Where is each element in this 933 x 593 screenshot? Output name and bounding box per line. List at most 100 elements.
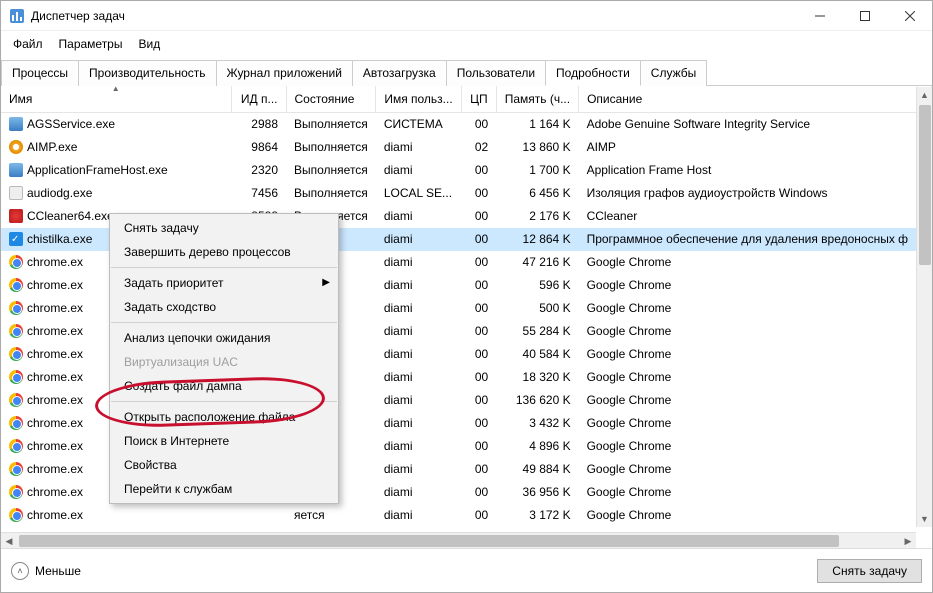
- process-icon: [9, 186, 23, 200]
- ctx-affinity[interactable]: Задать сходство: [110, 295, 338, 319]
- process-mem: 3 172 K: [496, 504, 578, 524]
- process-user: diami: [376, 228, 461, 251]
- tab-processes[interactable]: Процессы: [1, 60, 79, 86]
- fewer-details-button[interactable]: ˄ Меньше: [11, 562, 81, 580]
- process-cpu: 00: [461, 159, 496, 182]
- tab-performance[interactable]: Производительность: [78, 60, 216, 86]
- ctx-gotosvc[interactable]: Перейти к службам: [110, 477, 338, 501]
- process-desc: Google Chrome: [579, 481, 932, 504]
- process-icon: [9, 301, 23, 315]
- tab-details[interactable]: Подробности: [545, 60, 641, 86]
- process-mem: 13 860 K: [496, 136, 578, 159]
- scroll-right-icon[interactable]: ▶: [900, 533, 916, 549]
- tab-apphistory[interactable]: Журнал приложений: [216, 60, 353, 86]
- process-icon: [9, 462, 23, 476]
- table-row[interactable]: chrome.exяетсяdiami003 172 KGoogle Chrom…: [1, 504, 932, 524]
- menu-view[interactable]: Вид: [130, 33, 168, 55]
- process-user: diami: [376, 136, 461, 159]
- process-state: Выполняется: [286, 136, 376, 159]
- process-cpu: 00: [461, 412, 496, 435]
- process-name: CCleaner64.exe: [27, 209, 114, 223]
- ctx-endtree[interactable]: Завершить дерево процессов: [110, 240, 338, 264]
- process-icon: [9, 140, 23, 154]
- col-state[interactable]: Состояние: [286, 86, 376, 113]
- process-desc: Google Chrome: [579, 297, 932, 320]
- minimize-button[interactable]: [797, 1, 842, 31]
- process-icon: [9, 485, 23, 499]
- ctx-waitchain[interactable]: Анализ цепочки ожидания: [110, 326, 338, 350]
- process-mem: 3 432 K: [496, 412, 578, 435]
- end-task-button[interactable]: Снять задачу: [817, 559, 922, 583]
- col-cpu[interactable]: ЦП: [461, 86, 496, 113]
- scroll-left-icon[interactable]: ◀: [1, 533, 17, 549]
- process-desc: Google Chrome: [579, 458, 932, 481]
- process-desc: CCleaner: [579, 205, 932, 228]
- ctx-openloc[interactable]: Открыть расположение файла: [110, 405, 338, 429]
- process-name: chrome.ex: [27, 370, 83, 384]
- process-user: diami: [376, 366, 461, 389]
- col-mem[interactable]: Память (ч...: [496, 86, 578, 113]
- process-icon: [9, 416, 23, 430]
- process-desc: Google Chrome: [579, 389, 932, 412]
- tab-users[interactable]: Пользователи: [446, 60, 546, 86]
- process-icon: [9, 370, 23, 384]
- ctx-props[interactable]: Свойства: [110, 453, 338, 477]
- process-mem: 2 176 K: [496, 205, 578, 228]
- process-mem: 1 164 K: [496, 113, 578, 137]
- process-desc: Google Chrome: [579, 320, 932, 343]
- process-icon: [9, 163, 23, 177]
- col-name[interactable]: ▲Имя: [1, 86, 231, 113]
- process-icon: [9, 347, 23, 361]
- process-state: Выполняется: [286, 113, 376, 137]
- titlebar: Диспетчер задач: [1, 1, 932, 31]
- process-user: diami: [376, 159, 461, 182]
- table-row[interactable]: ApplicationFrameHost.exe2320Выполняетсяd…: [1, 159, 932, 182]
- tab-services[interactable]: Службы: [640, 60, 707, 86]
- process-user: diami: [376, 320, 461, 343]
- menu-file[interactable]: Файл: [5, 33, 51, 55]
- horizontal-scrollbar[interactable]: ◀ ▶: [1, 532, 916, 548]
- process-name: ApplicationFrameHost.exe: [27, 163, 168, 177]
- process-user: diami: [376, 504, 461, 524]
- process-icon: [9, 278, 23, 292]
- process-cpu: 00: [461, 389, 496, 412]
- process-pid: 7456: [231, 182, 286, 205]
- process-desc: Application Frame Host: [579, 159, 932, 182]
- table-row[interactable]: AIMP.exe9864Выполняетсяdiami0213 860 KAI…: [1, 136, 932, 159]
- scroll-thumb[interactable]: [919, 105, 931, 265]
- table-row[interactable]: AGSService.exe2988ВыполняетсяСИСТЕМА001 …: [1, 113, 932, 137]
- scroll-up-icon[interactable]: ▲: [917, 87, 932, 103]
- col-user[interactable]: Имя польз...: [376, 86, 461, 113]
- ctx-priority[interactable]: Задать приоритет▶: [110, 271, 338, 295]
- process-desc: Google Chrome: [579, 366, 932, 389]
- vertical-scrollbar[interactable]: ▲ ▼: [916, 87, 932, 527]
- scroll-down-icon[interactable]: ▼: [917, 511, 932, 527]
- tab-startup[interactable]: Автозагрузка: [352, 60, 447, 86]
- process-cpu: 00: [461, 366, 496, 389]
- process-icon: [9, 232, 23, 246]
- table-row[interactable]: audiodg.exe7456ВыполняетсяLOCAL SE...006…: [1, 182, 932, 205]
- ctx-endtask[interactable]: Снять задачу: [110, 216, 338, 240]
- menu-options[interactable]: Параметры: [51, 33, 131, 55]
- context-menu: Снять задачуЗавершить дерево процессов За…: [109, 213, 339, 504]
- process-name: chrome.ex: [27, 255, 83, 269]
- process-name: chrome.ex: [27, 485, 83, 499]
- process-user: diami: [376, 412, 461, 435]
- process-desc: Google Chrome: [579, 504, 932, 524]
- ctx-uacvirt: Виртуализация UAC: [110, 350, 338, 374]
- close-button[interactable]: [887, 1, 932, 31]
- process-desc: Google Chrome: [579, 343, 932, 366]
- process-name: chrome.ex: [27, 301, 83, 315]
- ctx-searchweb[interactable]: Поиск в Интернете: [110, 429, 338, 453]
- col-pid[interactable]: ИД п...: [231, 86, 286, 113]
- ctx-dump[interactable]: Создать файл дампа: [110, 374, 338, 398]
- process-user: СИСТЕМА: [376, 113, 461, 137]
- process-mem: 4 896 K: [496, 435, 578, 458]
- maximize-button[interactable]: [842, 1, 887, 31]
- hscroll-thumb[interactable]: [19, 535, 839, 547]
- process-cpu: 00: [461, 228, 496, 251]
- process-name: chrome.ex: [27, 416, 83, 430]
- process-cpu: 00: [461, 113, 496, 137]
- process-mem: 596 K: [496, 274, 578, 297]
- col-desc[interactable]: Описание: [579, 86, 932, 113]
